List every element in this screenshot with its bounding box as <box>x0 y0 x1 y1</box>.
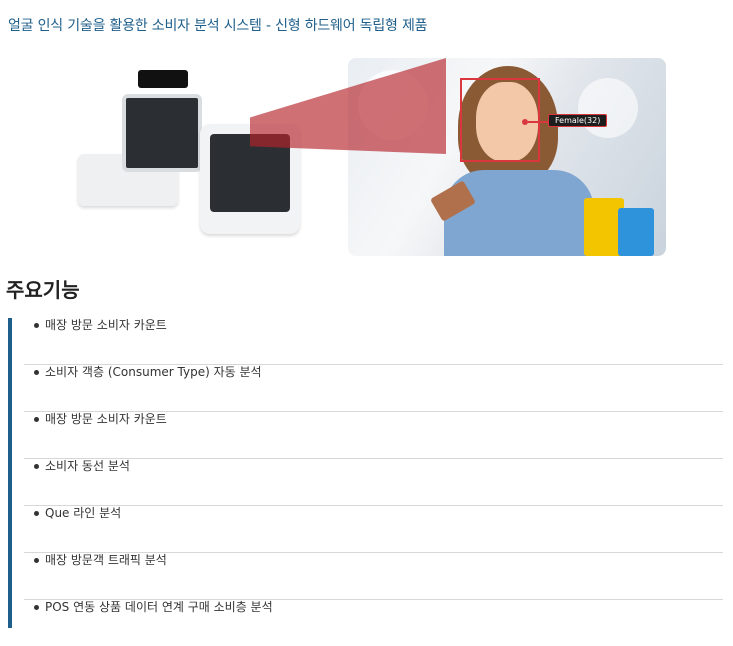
feature-label: Que 라인 분석 <box>45 506 122 520</box>
shopping-bag-blue <box>618 208 654 256</box>
list-item: 매장 방문 소비자 카운트 <box>24 318 723 365</box>
pos-customer-display <box>138 70 188 88</box>
feature-label: 매장 방문객 트래픽 분석 <box>45 553 167 567</box>
bullet-icon <box>34 605 39 610</box>
hero-illustration: Female(32) <box>78 58 666 256</box>
bullet-icon <box>34 464 39 469</box>
face-analysis-tag: Female(32) <box>548 114 608 127</box>
list-item: 소비자 객층 (Consumer Type) 자동 분석 <box>24 365 723 412</box>
face-marker-line <box>528 121 550 123</box>
feature-label: 소비자 동선 분석 <box>45 459 130 473</box>
list-item: 매장 방문 소비자 카운트 <box>24 412 723 459</box>
list-item: 소비자 동선 분석 <box>24 459 723 506</box>
bullet-icon <box>34 323 39 328</box>
section-title: 주요기능 <box>6 278 80 302</box>
bullet-icon <box>34 370 39 375</box>
list-item: 매장 방문객 트래픽 분석 <box>24 553 723 600</box>
bullet-icon <box>34 511 39 516</box>
bullet-icon <box>34 417 39 422</box>
feature-list: 매장 방문 소비자 카운트 소비자 객층 (Consumer Type) 자동 … <box>8 318 723 628</box>
list-item: Que 라인 분석 <box>24 506 723 553</box>
page-title: 얼굴 인식 기술을 활용한 소비자 분석 시스템 - 신형 하드웨어 독립형 제… <box>8 18 428 35</box>
feature-label: 소비자 객층 (Consumer Type) 자동 분석 <box>45 365 262 379</box>
bullet-icon <box>34 558 39 563</box>
face-detection-box <box>460 78 540 162</box>
pos-terminal-screen <box>122 94 202 172</box>
feature-label: POS 연동 상품 데이터 연계 구매 소비층 분석 <box>45 600 273 614</box>
feature-label: 매장 방문 소비자 카운트 <box>45 318 167 332</box>
list-item: POS 연동 상품 데이터 연계 구매 소비층 분석 <box>24 600 723 646</box>
feature-label: 매장 방문 소비자 카운트 <box>45 412 167 426</box>
